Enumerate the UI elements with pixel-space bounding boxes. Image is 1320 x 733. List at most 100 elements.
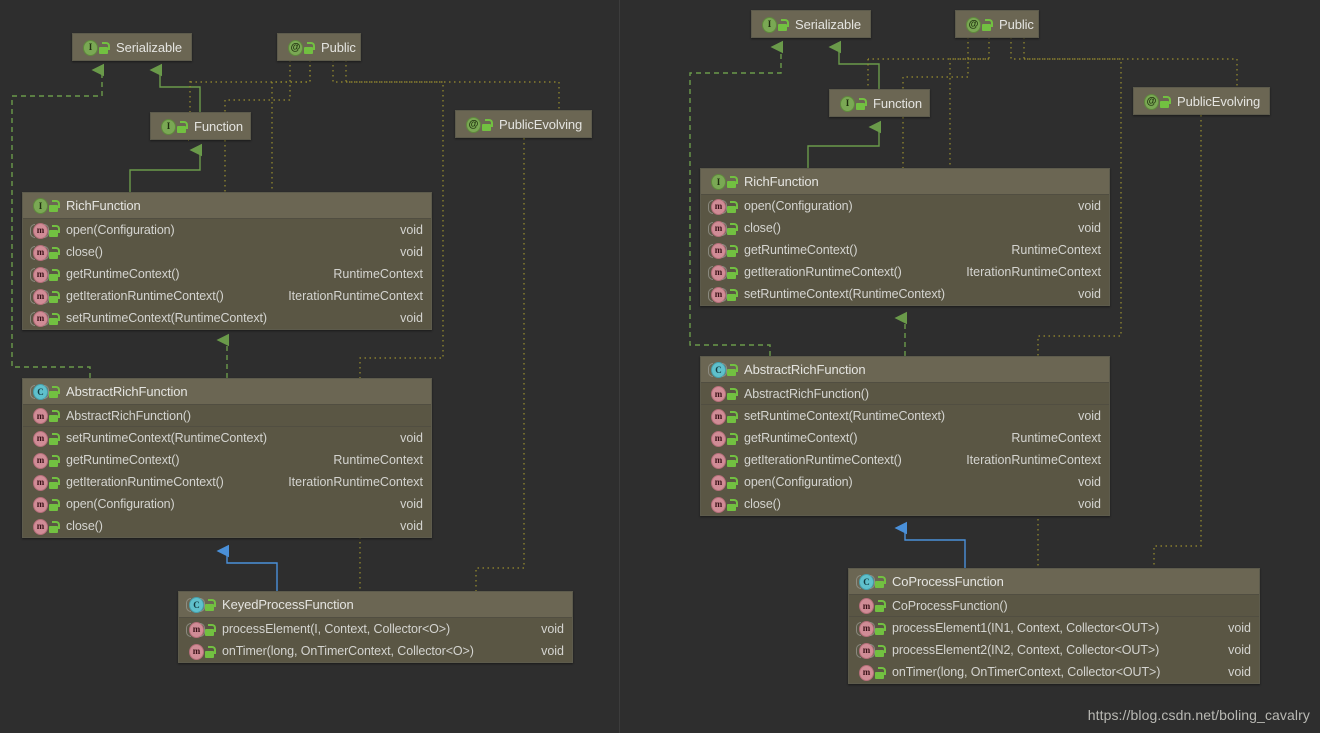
class-node-header[interactable]: @ Public [956,11,1038,37]
member-row[interactable]: m getRuntimeContext() RuntimeContext [23,449,431,471]
abstract-method-icon: m [856,642,875,659]
class-node-header[interactable]: @ Public [278,34,360,60]
class-node-header[interactable]: C KeyedProcessFunction [179,592,572,618]
class-node-right-abstractrichfunction[interactable]: C AbstractRichFunction m AbstractRichFuncti… [700,356,1110,516]
edge-annotation-publicevolving-to-keyedprocessfunction [475,138,525,591]
class-node-header[interactable]: @ PublicEvolving [1134,88,1269,114]
class-node-header[interactable]: I Serializable [73,34,191,60]
member-signature: getIterationRuntimeContext() [66,475,224,489]
class-node-left-abstractrichfunction[interactable]: C AbstractRichFunction m AbstractRichFuncti… [22,378,432,538]
member-row[interactable]: m open(Configuration) void [23,219,431,241]
member-row[interactable]: m AbstractRichFunction() [701,383,1109,405]
public-visibility-lock-icon [727,387,738,400]
abstract-method-icon: m [708,286,727,303]
member-row[interactable]: m setRuntimeContext(RuntimeContext) void [23,307,431,329]
class-node-left-serializable[interactable]: I Serializable [72,33,192,61]
class-node-header[interactable]: C AbstractRichFunction [23,379,431,405]
member-row[interactable]: m onTimer(long, OnTimerContext, Collector… [849,661,1259,683]
method-icon: m [31,430,48,447]
class-node-right-publicevolving[interactable]: @ PublicEvolving [1133,87,1270,115]
member-row[interactable]: m getRuntimeContext() RuntimeContext [701,239,1109,261]
class-name-label: RichFunction [744,174,819,189]
member-signature: getRuntimeContext() [744,243,858,257]
member-return-type: void [1078,475,1101,489]
member-row[interactable]: m setRuntimeContext(RuntimeContext) void [701,283,1109,305]
member-row[interactable]: m close() void [23,241,431,263]
edge-coprocessfunction-to-abstractrichfunction [894,521,966,568]
member-row[interactable]: m AbstractRichFunction() [23,405,431,427]
class-node-header[interactable]: @ PublicEvolving [456,111,591,137]
member-row[interactable]: m getIterationRuntimeContext() IterationRu… [23,285,431,307]
member-signature: setRuntimeContext(RuntimeContext) [66,311,267,325]
edge-right-richfunction-to-function [807,120,882,168]
member-return-type: RuntimeContext [1011,243,1101,257]
member-return-type: void [1078,221,1101,235]
member-return-type: void [400,431,423,445]
public-visibility-lock-icon [49,454,60,467]
class-node-right-coprocessfunction[interactable]: C CoProcessFunction m CoProcessFunction() m p… [848,568,1260,684]
member-row[interactable]: m close() void [701,217,1109,239]
class-node-header[interactable]: I Function [830,90,929,116]
abstract-method-icon: m [708,198,727,215]
member-row[interactable]: m open(Configuration) void [23,493,431,515]
public-visibility-lock-icon [778,18,789,31]
abstract-method-icon: m [30,288,49,305]
class-node-header[interactable]: I Function [151,113,250,139]
member-row[interactable]: m open(Configuration) void [701,195,1109,217]
class-node-right-richfunction[interactable]: I RichFunction m open(Configuration) void m cl… [700,168,1110,306]
public-visibility-lock-icon [856,97,867,110]
abstract-class-icon: C [856,574,875,590]
member-row[interactable]: m open(Configuration) void [701,471,1109,493]
member-signature: processElement2(IN2, Context, Collector<… [892,643,1160,657]
abstract-method-icon: m [30,222,49,239]
class-node-right-function[interactable]: I Function [829,89,930,117]
member-row[interactable]: m processElement2(IN2, Context, Collector… [849,639,1259,661]
public-visibility-lock-icon [49,268,60,281]
watermark: https://blog.csdn.net/boling_cavalry [1087,707,1310,723]
member-signature: setRuntimeContext(RuntimeContext) [744,409,945,423]
member-row[interactable]: m getIterationRuntimeContext() IterationRu… [701,449,1109,471]
member-row[interactable]: m getRuntimeContext() RuntimeContext [701,427,1109,449]
class-node-right-serializable[interactable]: I Serializable [751,10,871,38]
member-row[interactable]: m setRuntimeContext(RuntimeContext) void [701,405,1109,427]
public-visibility-lock-icon [727,410,738,423]
class-node-left-function[interactable]: I Function [150,112,251,140]
member-row[interactable]: m close() void [701,493,1109,515]
public-visibility-lock-icon [875,622,886,635]
abstract-method-icon: m [856,620,875,637]
member-signature: close() [66,519,103,533]
public-visibility-lock-icon [49,432,60,445]
member-return-type: IterationRuntimeContext [966,265,1101,279]
class-node-header[interactable]: I RichFunction [701,169,1109,195]
class-node-left-public[interactable]: @ Public [277,33,361,61]
member-signature: AbstractRichFunction() [66,408,191,423]
method-icon: m [709,474,726,491]
member-row[interactable]: m close() void [23,515,431,537]
member-row[interactable]: m processElement1(IN1, Context, Collector… [849,617,1259,639]
class-node-right-public[interactable]: @ Public [955,10,1039,38]
member-return-type: void [400,519,423,533]
class-node-header[interactable]: I Serializable [752,11,870,37]
public-visibility-lock-icon [727,244,738,257]
member-row[interactable]: m onTimer(long, OnTimerContext, Collector… [179,640,572,662]
member-row[interactable]: m setRuntimeContext(RuntimeContext) void [23,427,431,449]
class-node-header[interactable]: C CoProcessFunction [849,569,1259,595]
class-node-header[interactable]: I RichFunction [23,193,431,219]
class-node-left-richfunction[interactable]: I RichFunction m open(Configuration) void m cl… [22,192,432,330]
member-row[interactable]: m getIterationRuntimeContext() IterationRu… [23,471,431,493]
public-visibility-lock-icon [875,666,886,679]
public-visibility-lock-icon [304,41,315,54]
member-row[interactable]: m CoProcessFunction() [849,595,1259,617]
edge-right-annotation-public-to-publicevolving [1023,37,1238,87]
abstract-method-icon: m [186,621,205,638]
edge-right-function-to-serializable [828,40,880,89]
class-node-left-publicevolving[interactable]: @ PublicEvolving [455,110,592,138]
class-node-header[interactable]: C AbstractRichFunction [701,357,1109,383]
class-node-left-keyedprocessfunction[interactable]: C KeyedProcessFunction m processElement(I, … [178,591,573,663]
class-name-label: AbstractRichFunction [66,384,188,399]
member-row[interactable]: m processElement(I, Context, Collector<O>… [179,618,572,640]
member-row[interactable]: m getIterationRuntimeContext() IterationRu… [701,261,1109,283]
member-return-type: void [400,223,423,237]
method-icon: m [31,518,48,535]
member-row[interactable]: m getRuntimeContext() RuntimeContext [23,263,431,285]
